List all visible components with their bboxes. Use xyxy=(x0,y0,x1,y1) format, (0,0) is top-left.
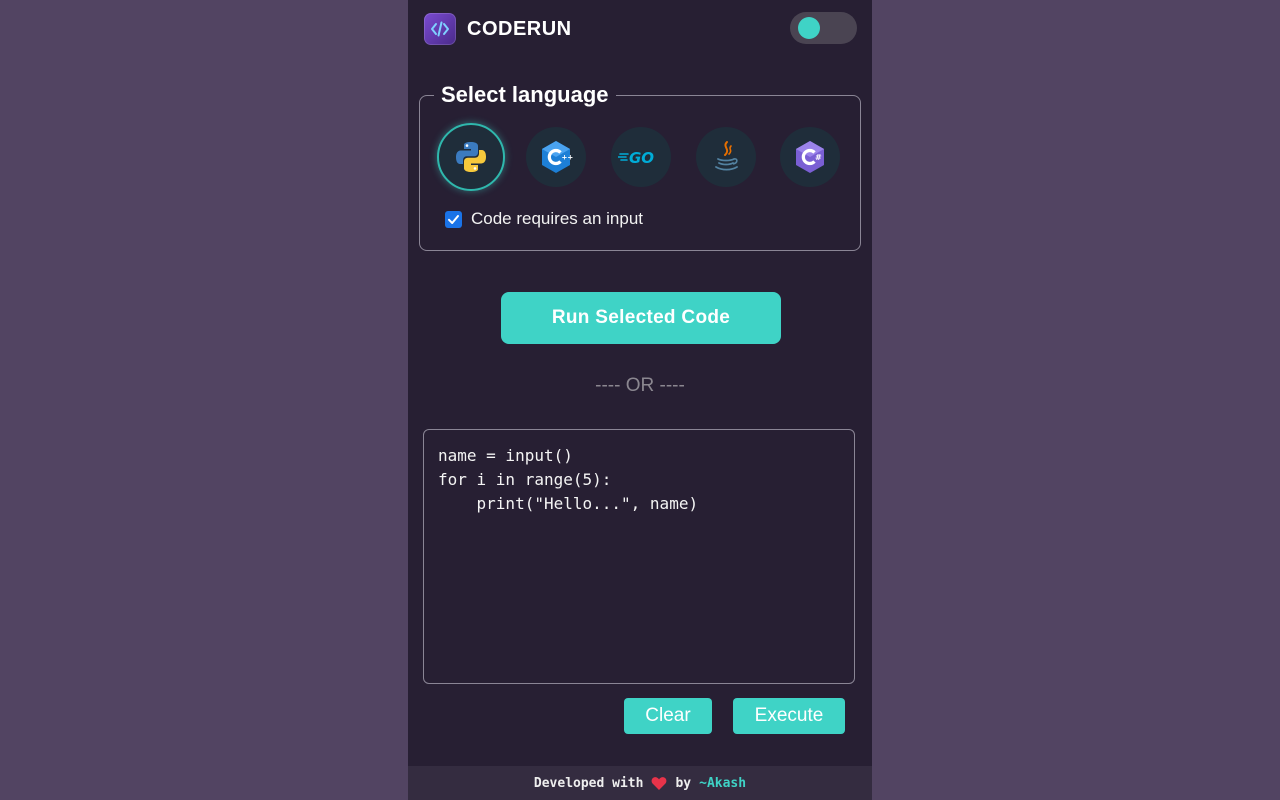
extension-panel: CODERUN Select language ++ GO # Code req… xyxy=(408,0,872,800)
requires-input-checkbox[interactable] xyxy=(445,210,462,228)
svg-text:#: # xyxy=(815,153,822,162)
language-selector: Select language ++ GO # Code requires an… xyxy=(419,82,861,251)
toggle-knob xyxy=(798,17,820,39)
language-legend: Select language xyxy=(434,82,616,108)
footer-by: by xyxy=(675,775,692,791)
cpp-icon: ++ xyxy=(542,141,574,173)
heart-icon xyxy=(651,776,667,791)
java-icon xyxy=(715,141,738,171)
app-title: CODERUN xyxy=(467,17,572,40)
language-button-python[interactable] xyxy=(437,123,505,191)
language-button-csharp[interactable]: # xyxy=(780,127,840,187)
execute-button[interactable]: Execute xyxy=(733,698,845,734)
requires-input-label: Code requires an input xyxy=(471,209,644,228)
header: CODERUN xyxy=(424,12,572,46)
footer: Developed with by ~Akash xyxy=(408,766,872,800)
language-button-cpp[interactable]: ++ xyxy=(526,127,586,187)
language-button-go[interactable]: GO xyxy=(611,127,671,187)
code-editor[interactable]: name = input() for i in range(5): print(… xyxy=(423,429,855,684)
language-button-java[interactable] xyxy=(696,127,756,187)
code-brackets-icon xyxy=(424,13,456,45)
checkmark-icon xyxy=(448,214,459,224)
svg-text:++: ++ xyxy=(562,154,574,162)
python-icon xyxy=(456,142,486,172)
theme-toggle[interactable] xyxy=(790,12,857,44)
run-selected-code-button[interactable]: Run Selected Code xyxy=(501,292,781,344)
csharp-icon: # xyxy=(796,141,824,173)
footer-prefix: Developed with xyxy=(533,775,644,791)
svg-text:GO: GO xyxy=(629,149,654,167)
go-icon: GO xyxy=(618,149,654,167)
requires-input-option: Code requires an input xyxy=(445,209,643,229)
clear-button[interactable]: Clear xyxy=(624,698,712,734)
author-link[interactable]: ~Akash xyxy=(699,776,746,791)
or-divider: ---- OR ---- xyxy=(595,375,685,396)
